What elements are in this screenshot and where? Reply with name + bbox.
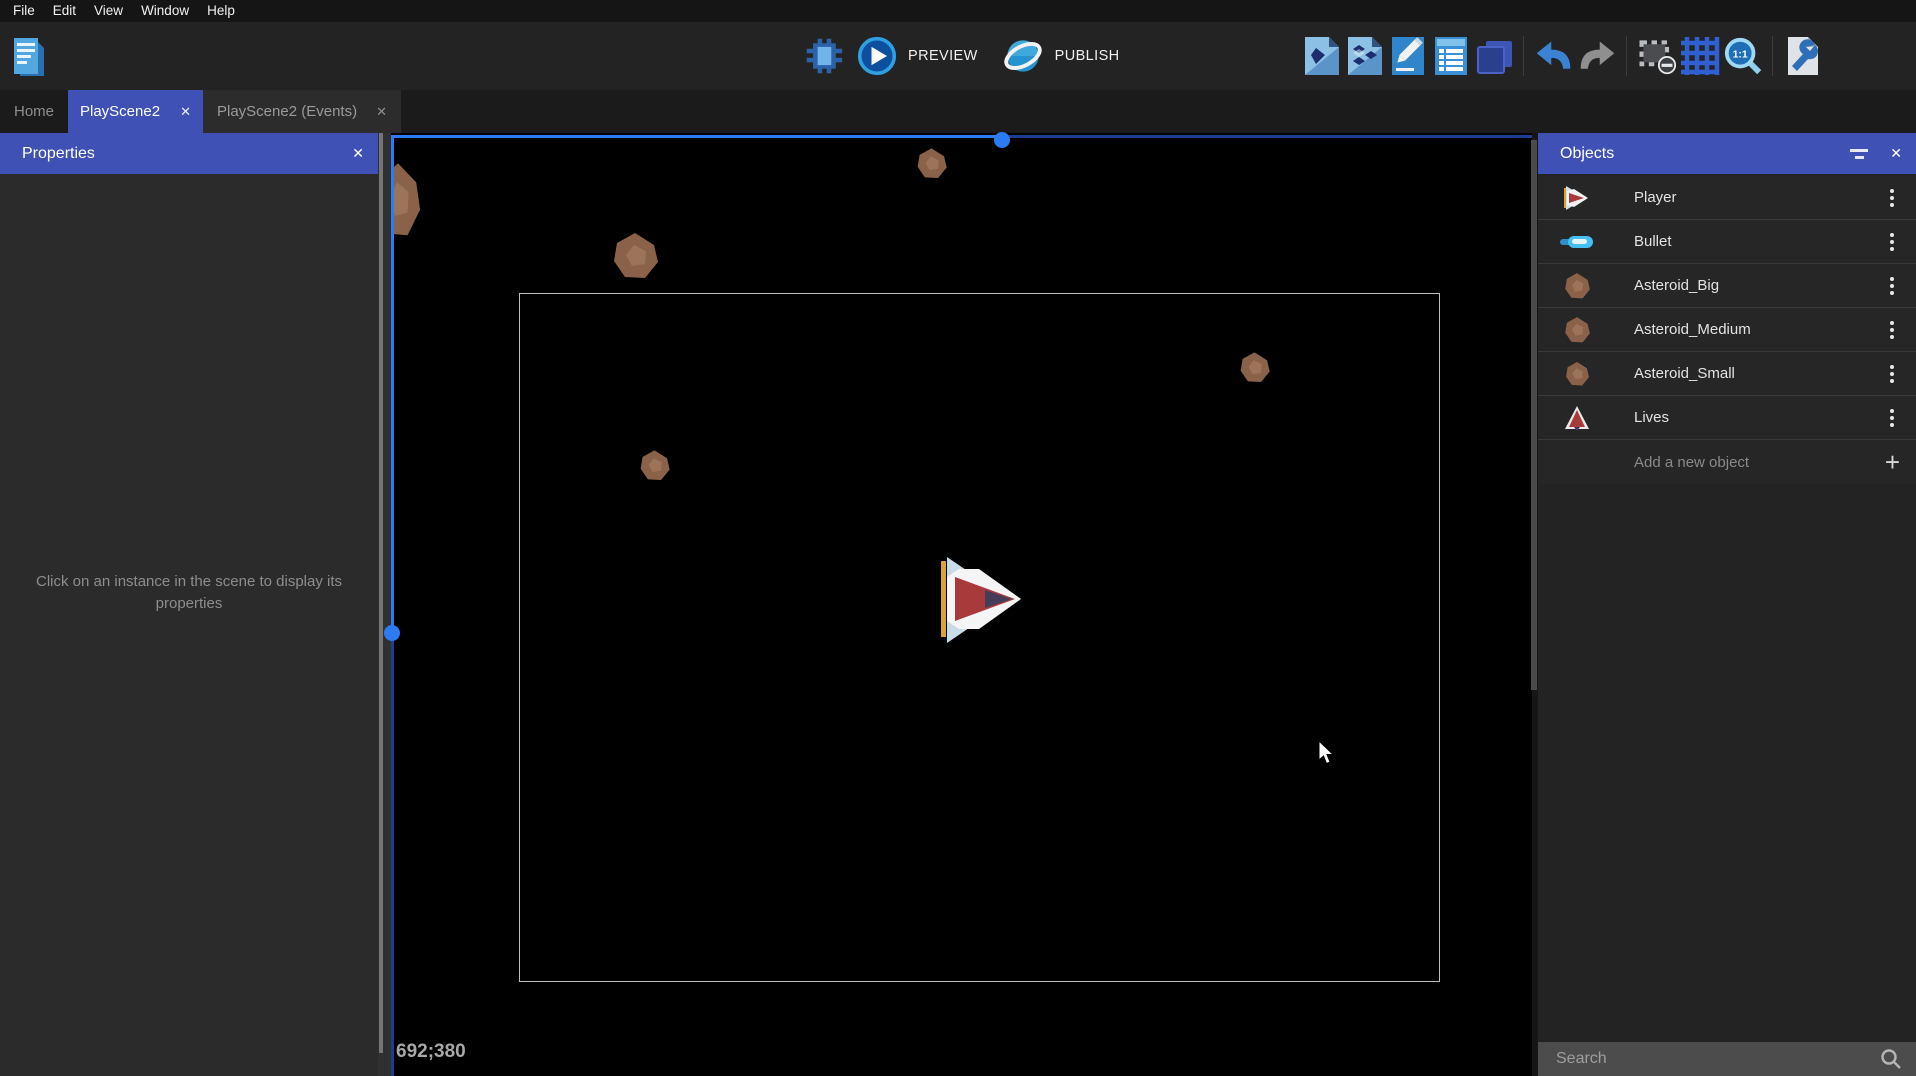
search-input[interactable] bbox=[1538, 1049, 1880, 1069]
preview-button[interactable]: PREVIEW bbox=[908, 48, 978, 64]
svg-text:1:1: 1:1 bbox=[1732, 49, 1747, 60]
mouse-cursor bbox=[1318, 740, 1338, 766]
scene-edit-icon[interactable] bbox=[1302, 34, 1342, 78]
canvas-scrollbar-thumb[interactable] bbox=[1531, 140, 1537, 690]
preview-play-icon[interactable] bbox=[857, 34, 897, 78]
selection-handle-top[interactable] bbox=[994, 132, 1010, 148]
asteroid-instance[interactable] bbox=[915, 147, 948, 180]
kebab-menu-icon[interactable] bbox=[1886, 317, 1898, 343]
selection-border-top bbox=[391, 135, 1002, 138]
asteroid-instance[interactable] bbox=[1238, 351, 1271, 384]
scene-canvas[interactable]: 692;380 bbox=[391, 133, 1532, 1076]
object-row-asteroid-big[interactable]: Asteroid_Big bbox=[1538, 264, 1916, 308]
selection-border-top-far bbox=[1002, 135, 1532, 138]
bullet-icon bbox=[1560, 235, 1594, 249]
object-row-asteroid-small[interactable]: Asteroid_Small bbox=[1538, 352, 1916, 396]
object-row-lives[interactable]: Lives bbox=[1538, 396, 1916, 440]
asteroid-icon bbox=[1560, 316, 1594, 344]
properties-empty-hint: Click on an instance in the scene to dis… bbox=[34, 571, 344, 615]
layers-icon[interactable] bbox=[1474, 34, 1514, 78]
grid-icon[interactable] bbox=[1680, 34, 1720, 78]
player-ship-icon bbox=[1560, 185, 1594, 211]
objects-list-icon[interactable] bbox=[1431, 34, 1471, 78]
toolbar-separator bbox=[1523, 36, 1524, 76]
publish-globe-icon[interactable] bbox=[1003, 34, 1043, 78]
external-layouts-icon[interactable] bbox=[1345, 34, 1385, 78]
scene-properties-icon[interactable] bbox=[1388, 34, 1428, 78]
objects-title: Objects bbox=[1560, 145, 1614, 163]
close-icon[interactable]: ✕ bbox=[376, 104, 387, 120]
asteroid-instance[interactable] bbox=[391, 160, 422, 240]
undo-icon[interactable] bbox=[1534, 34, 1574, 78]
debug-icon[interactable] bbox=[804, 34, 844, 78]
splitter-handle[interactable] bbox=[379, 133, 383, 1053]
menu-help[interactable]: Help bbox=[198, 0, 244, 22]
objects-search-bar bbox=[1538, 1042, 1916, 1076]
close-icon[interactable]: ✕ bbox=[1890, 145, 1902, 162]
objects-panel-header: Objects ✕ bbox=[1538, 133, 1916, 174]
kebab-menu-icon[interactable] bbox=[1886, 405, 1898, 431]
asteroid-icon bbox=[1560, 272, 1594, 300]
menu-file[interactable]: File bbox=[4, 0, 44, 22]
selection-handle-left[interactable] bbox=[384, 625, 400, 641]
kebab-menu-icon[interactable] bbox=[1886, 229, 1898, 255]
kebab-menu-icon[interactable] bbox=[1886, 185, 1898, 211]
delete-selection-icon[interactable] bbox=[1637, 34, 1677, 78]
properties-panel-header: Properties ✕ bbox=[0, 133, 378, 174]
tab-home[interactable]: Home bbox=[0, 90, 68, 133]
asteroid-icon bbox=[1560, 361, 1594, 387]
player-ship-instance[interactable] bbox=[935, 555, 1025, 643]
kebab-menu-icon[interactable] bbox=[1886, 273, 1898, 299]
project-manager-icon[interactable] bbox=[8, 34, 48, 83]
zoom-1to1-icon[interactable]: 1:1 bbox=[1723, 34, 1763, 78]
toolbar-center: PREVIEW PUBLISH bbox=[802, 34, 1134, 78]
tab-playscene2[interactable]: PlayScene2 ✕ bbox=[68, 90, 203, 133]
selection-border-left-far bbox=[391, 633, 394, 1076]
tab-playscene2-events[interactable]: PlayScene2 (Events) ✕ bbox=[203, 90, 401, 133]
search-icon[interactable] bbox=[1880, 1048, 1902, 1070]
properties-panel: Properties ✕ Click on an instance in the… bbox=[0, 133, 378, 1076]
filter-icon[interactable] bbox=[1850, 149, 1868, 159]
publish-button[interactable]: PUBLISH bbox=[1055, 48, 1120, 64]
object-row-bullet[interactable]: Bullet bbox=[1538, 220, 1916, 264]
add-object-label: Add a new object bbox=[1634, 454, 1885, 471]
project-settings-icon[interactable] bbox=[1783, 34, 1823, 78]
selection-border-left bbox=[391, 135, 394, 633]
scene-world: 692;380 bbox=[391, 133, 1532, 1076]
menu-bar: File Edit View Window Help bbox=[0, 0, 1916, 22]
main-toolbar: PREVIEW PUBLISH bbox=[0, 22, 1916, 90]
menu-edit[interactable]: Edit bbox=[44, 0, 85, 22]
object-row-player[interactable]: Player bbox=[1538, 176, 1916, 220]
redo-icon[interactable] bbox=[1577, 34, 1617, 78]
asteroid-instance[interactable] bbox=[610, 231, 660, 281]
properties-title: Properties bbox=[22, 145, 95, 163]
asteroid-instance[interactable] bbox=[638, 449, 671, 482]
toolbar-separator bbox=[1772, 36, 1773, 76]
editor-tab-bar: Home PlayScene2 ✕ PlayScene2 (Events) ✕ bbox=[0, 90, 1916, 133]
lives-ship-icon bbox=[1560, 405, 1594, 431]
plus-icon[interactable]: + bbox=[1885, 452, 1900, 472]
kebab-menu-icon[interactable] bbox=[1886, 361, 1898, 387]
toolbar-separator bbox=[1626, 36, 1627, 76]
cursor-coordinates: 692;380 bbox=[396, 1041, 466, 1063]
objects-panel: Objects ✕ Player bbox=[1538, 133, 1916, 1076]
left-panel-splitter[interactable] bbox=[378, 133, 391, 1076]
object-row-asteroid-medium[interactable]: Asteroid_Medium bbox=[1538, 308, 1916, 352]
close-icon[interactable]: ✕ bbox=[352, 145, 364, 162]
menu-window[interactable]: Window bbox=[132, 0, 198, 22]
menu-view[interactable]: View bbox=[85, 0, 132, 22]
gdevelop-window: File Edit View Window Help bbox=[0, 0, 1916, 1076]
toolbar-right: 1:1 bbox=[1300, 34, 1824, 78]
objects-list: Player Bullet bbox=[1538, 176, 1916, 484]
add-object-row[interactable]: Add a new object + bbox=[1538, 440, 1916, 484]
close-icon[interactable]: ✕ bbox=[180, 104, 191, 120]
